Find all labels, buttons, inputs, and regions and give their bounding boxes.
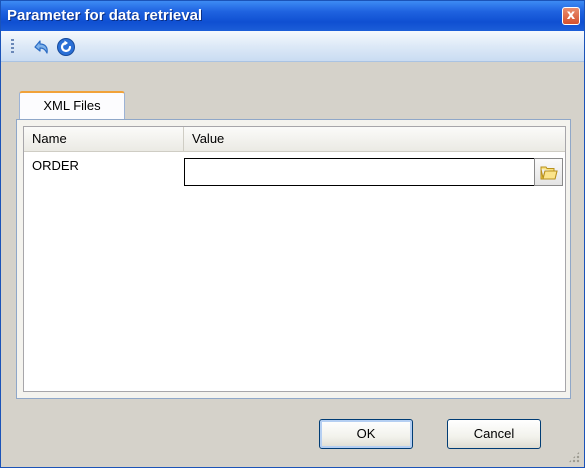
undo-button[interactable] — [31, 37, 51, 57]
close-icon: x — [566, 8, 576, 23]
folder-icon — [540, 166, 558, 180]
parameter-dialog: Parameter for data retrieval x XML Files — [0, 0, 585, 468]
window-title: Parameter for data retrieval — [7, 7, 203, 24]
column-header-name[interactable]: Name — [24, 127, 184, 151]
parameter-grid: Name Value ORDER — [23, 126, 566, 392]
undo-icon — [34, 40, 48, 54]
toolbar-grip[interactable] — [11, 39, 14, 55]
cancel-button[interactable]: Cancel — [447, 419, 541, 449]
column-header-value[interactable]: Value — [184, 127, 567, 151]
tab-panel: Name Value ORDER — [16, 119, 571, 399]
parameter-name: ORDER — [32, 158, 79, 173]
ok-button[interactable]: OK — [319, 419, 413, 449]
table-row: ORDER — [24, 152, 565, 186]
tab-xml-files[interactable]: XML Files — [19, 91, 125, 121]
value-field[interactable] — [184, 158, 534, 186]
resize-grip[interactable] — [568, 451, 580, 463]
refresh-button[interactable] — [56, 37, 76, 57]
toolbar — [1, 31, 584, 62]
tab-strip: XML Files — [9, 69, 576, 121]
grid-header: Name Value — [24, 127, 565, 152]
refresh-icon — [57, 38, 75, 56]
close-button[interactable]: x — [562, 7, 580, 25]
browse-button[interactable] — [534, 158, 563, 186]
tab-label: XML Files — [43, 98, 101, 113]
title-bar[interactable]: Parameter for data retrieval x — [1, 1, 584, 31]
